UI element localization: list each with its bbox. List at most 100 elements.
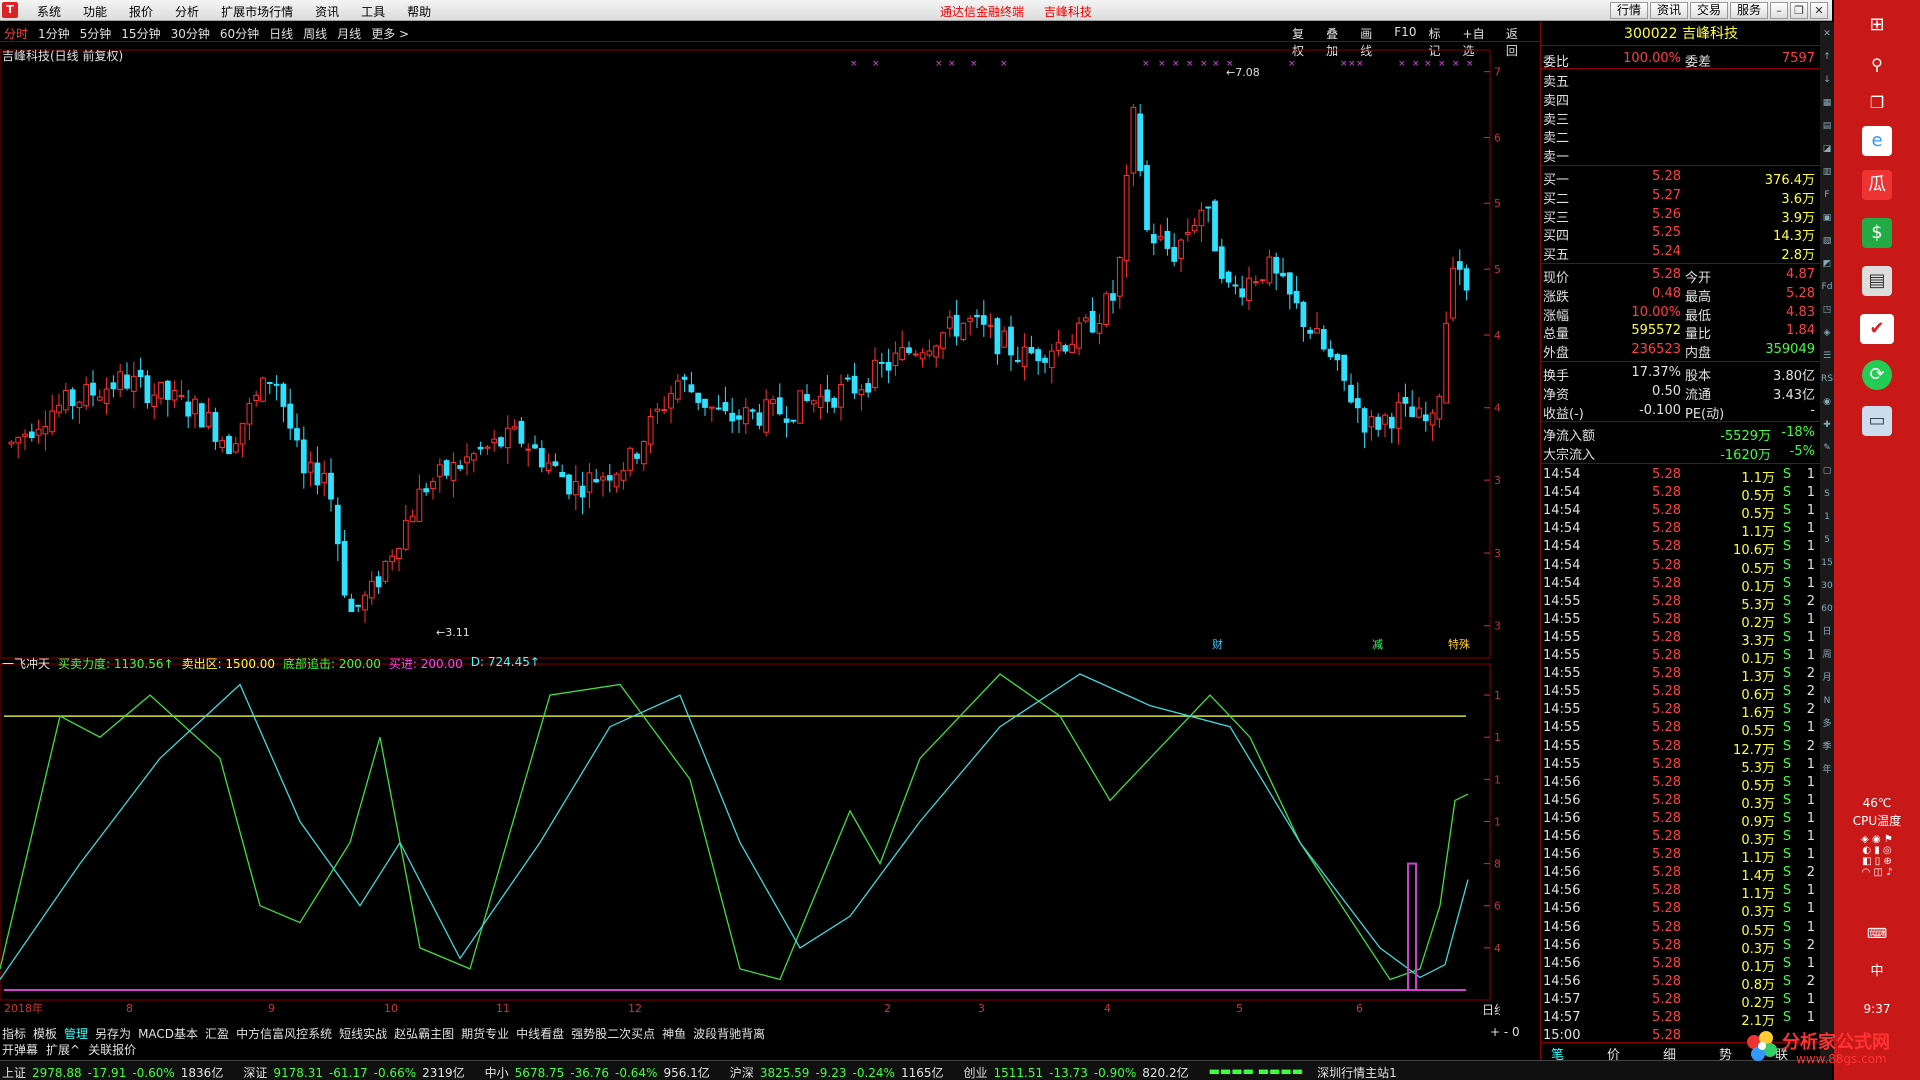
money-app-icon[interactable]: $: [1862, 218, 1892, 248]
ime-indicator[interactable]: 中: [1840, 960, 1914, 979]
windows-start-icon[interactable]: ⊞: [1862, 10, 1892, 40]
restore-icon[interactable]: ❐: [1790, 2, 1808, 19]
app-icon[interactable]: 瓜: [1862, 170, 1892, 200]
function-shortcut-icon[interactable]: ☰: [1821, 350, 1833, 362]
related-quote-button[interactable]: 关联报价: [88, 1041, 136, 1058]
index-item[interactable]: 沪深 3825.59 -9.23 -0.24% 1165亿: [730, 1064, 950, 1080]
function-shortcut-icon[interactable]: ▥: [1821, 166, 1833, 178]
service-button[interactable]: 服务: [1729, 2, 1768, 19]
function-shortcut-icon[interactable]: 周: [1821, 649, 1833, 661]
index-item[interactable]: 中小 5678.75 -36.76 -0.64% 956.1亿: [485, 1064, 716, 1080]
function-shortcut-icon[interactable]: ◈: [1821, 327, 1833, 339]
menu-item[interactable]: 报价: [118, 3, 164, 20]
function-shortcut-icon[interactable]: Fd: [1821, 281, 1833, 293]
function-shortcut-icon[interactable]: 多: [1821, 718, 1833, 730]
tdx-app-icon[interactable]: ✔: [1860, 314, 1894, 344]
menu-item[interactable]: 资讯: [304, 3, 350, 20]
function-shortcut-icon[interactable]: 日: [1821, 626, 1833, 638]
menu-item[interactable]: 帮助: [396, 3, 442, 20]
function-shortcut-icon[interactable]: 30: [1821, 580, 1833, 592]
search-icon[interactable]: ⚲: [1862, 50, 1892, 80]
quote-cell: 5.28: [1652, 973, 1681, 989]
event-marker[interactable]: 减: [1372, 638, 1383, 651]
period-tab[interactable]: 分时: [4, 25, 28, 42]
tray-icons[interactable]: ◈ ◉ ⚑ ◐ ▮ ◎ ◧ ▯ ⊕ ◠ ◫ ♪: [1840, 834, 1914, 878]
signal-marker: ×: [1424, 59, 1432, 69]
danmu-toggle[interactable]: 开弹幕: [2, 1041, 38, 1058]
function-shortcut-icon[interactable]: ↓: [1821, 74, 1833, 86]
function-shortcut-icon[interactable]: ✕: [1821, 28, 1833, 40]
kline-chart[interactable]: 7.036.395.815.284.804.323.893.503.15←7.0…: [0, 42, 1500, 1032]
refresh-app-icon[interactable]: ⟳: [1862, 360, 1892, 390]
task-view-icon[interactable]: ❐: [1862, 88, 1892, 118]
candle-body: [341, 541, 348, 596]
period-tab[interactable]: 5分钟: [80, 25, 112, 42]
menu-item[interactable]: 系统: [26, 3, 72, 20]
function-shortcut-icon[interactable]: 年: [1821, 764, 1833, 776]
menu-item[interactable]: 工具: [350, 3, 396, 20]
function-shortcut-icon[interactable]: F: [1821, 189, 1833, 201]
event-marker[interactable]: 特殊: [1448, 637, 1470, 651]
function-shortcut-icon[interactable]: N: [1821, 695, 1833, 707]
function-shortcut-icon[interactable]: 1: [1821, 511, 1833, 523]
function-shortcut-icon[interactable]: ▤: [1821, 120, 1833, 132]
quote-cell: 外盘: [1543, 346, 1570, 362]
function-shortcut-icon[interactable]: 季: [1821, 741, 1833, 753]
function-shortcut-icon[interactable]: ◩: [1821, 258, 1833, 270]
period-tab[interactable]: 周线: [303, 25, 327, 42]
function-shortcut-icon[interactable]: ▢: [1821, 465, 1833, 477]
event-marker[interactable]: 财: [1212, 637, 1223, 651]
news-button[interactable]: 资讯: [1649, 2, 1688, 19]
indicator-name[interactable]: 一飞冲天: [2, 655, 50, 672]
function-shortcut-icon[interactable]: ✚: [1821, 419, 1833, 431]
document-app-icon[interactable]: ▤: [1862, 266, 1892, 296]
menu-item[interactable]: 功能: [72, 3, 118, 20]
period-tab[interactable]: 1分钟: [38, 25, 70, 42]
minimize-icon[interactable]: –: [1770, 2, 1788, 19]
function-shortcut-icon[interactable]: ▦: [1821, 97, 1833, 109]
menu-item[interactable]: 分析: [164, 3, 210, 20]
chart-canvas[interactable]: 7.036.395.815.284.804.323.893.503.15←7.0…: [0, 42, 1500, 1027]
trade-button[interactable]: 交易: [1689, 2, 1728, 19]
window-app-icon[interactable]: ▭: [1862, 406, 1892, 436]
index-item[interactable]: 深证 9178.31 -61.17 -0.66% 2319亿: [243, 1064, 470, 1080]
function-shortcut-icon[interactable]: 5: [1821, 534, 1833, 546]
quote-cell: 5.28: [1652, 919, 1681, 935]
function-shortcut-icon[interactable]: ◉: [1821, 396, 1833, 408]
function-shortcut-icon[interactable]: RSI: [1821, 373, 1836, 385]
candle-body: [511, 426, 518, 430]
clock[interactable]: 9:37: [1840, 1002, 1914, 1016]
function-shortcut-icon[interactable]: ◪: [1821, 143, 1833, 155]
period-tab[interactable]: 日线: [269, 25, 293, 42]
more-periods[interactable]: 更多 >: [371, 25, 409, 42]
menu-item[interactable]: 扩展市场行情: [210, 3, 304, 20]
period-tab[interactable]: 月线: [337, 25, 361, 42]
expand-button[interactable]: 扩展^: [46, 1041, 80, 1058]
quote-header[interactable]: 300022 吉峰科技: [1541, 22, 1821, 46]
function-shortcut-icon[interactable]: 60: [1821, 603, 1833, 615]
function-shortcut-icon[interactable]: S: [1821, 488, 1833, 500]
quote-cell: 14:56: [1543, 810, 1581, 826]
close-icon[interactable]: ✕: [1810, 2, 1828, 19]
keyboard-icon[interactable]: ⌨: [1840, 926, 1914, 942]
zoom-controls[interactable]: + - 0: [1490, 1025, 1520, 1039]
function-shortcut-icon[interactable]: ↑: [1821, 51, 1833, 63]
function-shortcut-icon[interactable]: ▣: [1821, 212, 1833, 224]
function-shortcut-icon[interactable]: 15: [1821, 557, 1833, 569]
index-item[interactable]: 上证 2978.88 -17.91 -0.60% 1836亿: [2, 1064, 229, 1080]
ie-browser-icon[interactable]: e: [1862, 126, 1892, 156]
function-shortcut-icon[interactable]: ✎: [1821, 442, 1833, 454]
period-tab[interactable]: 60分钟: [220, 25, 259, 42]
back-button[interactable]: 返回: [1506, 25, 1528, 59]
period-tab[interactable]: 15分钟: [121, 25, 160, 42]
stock-name-title: 吉峰科技: [1043, 5, 1092, 19]
function-shortcut-icon[interactable]: ▧: [1821, 235, 1833, 247]
period-tab[interactable]: 30分钟: [171, 25, 210, 42]
server-status[interactable]: 深圳行情主站1: [1317, 1064, 1397, 1080]
candle-body: [579, 485, 586, 498]
function-shortcut-icon[interactable]: 月: [1821, 672, 1833, 684]
quote-button[interactable]: 行情: [1609, 2, 1648, 19]
index-item[interactable]: 创业 1511.51 -13.73 -0.90% 820.2亿: [964, 1064, 1195, 1080]
index-amt: 1165亿: [900, 1066, 944, 1080]
function-shortcut-icon[interactable]: ◳: [1821, 304, 1833, 316]
